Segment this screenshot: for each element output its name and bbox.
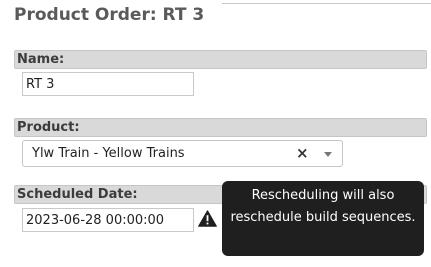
name-input[interactable]	[22, 72, 194, 96]
divider	[222, 3, 431, 4]
name-label: Name:	[14, 50, 427, 69]
warning-icon[interactable]	[198, 210, 217, 227]
close-icon[interactable]: ×	[296, 144, 309, 162]
product-label: Product:	[14, 118, 427, 137]
chevron-down-icon[interactable]	[324, 152, 332, 157]
page-title: Product Order: RT 3	[14, 5, 205, 25]
scheduled-date-input[interactable]	[22, 208, 194, 232]
product-selected-value: Ylw Train - Yellow Trains	[32, 146, 185, 161]
tooltip-text: Rescheduling will also reschedule build …	[230, 188, 416, 225]
reschedule-tooltip: Rescheduling will also reschedule build …	[222, 181, 424, 256]
product-order-form: Product Order: RT 3 Name: Product: Ylw T…	[0, 0, 431, 267]
product-select[interactable]: Ylw Train - Yellow Trains ×	[22, 140, 343, 167]
